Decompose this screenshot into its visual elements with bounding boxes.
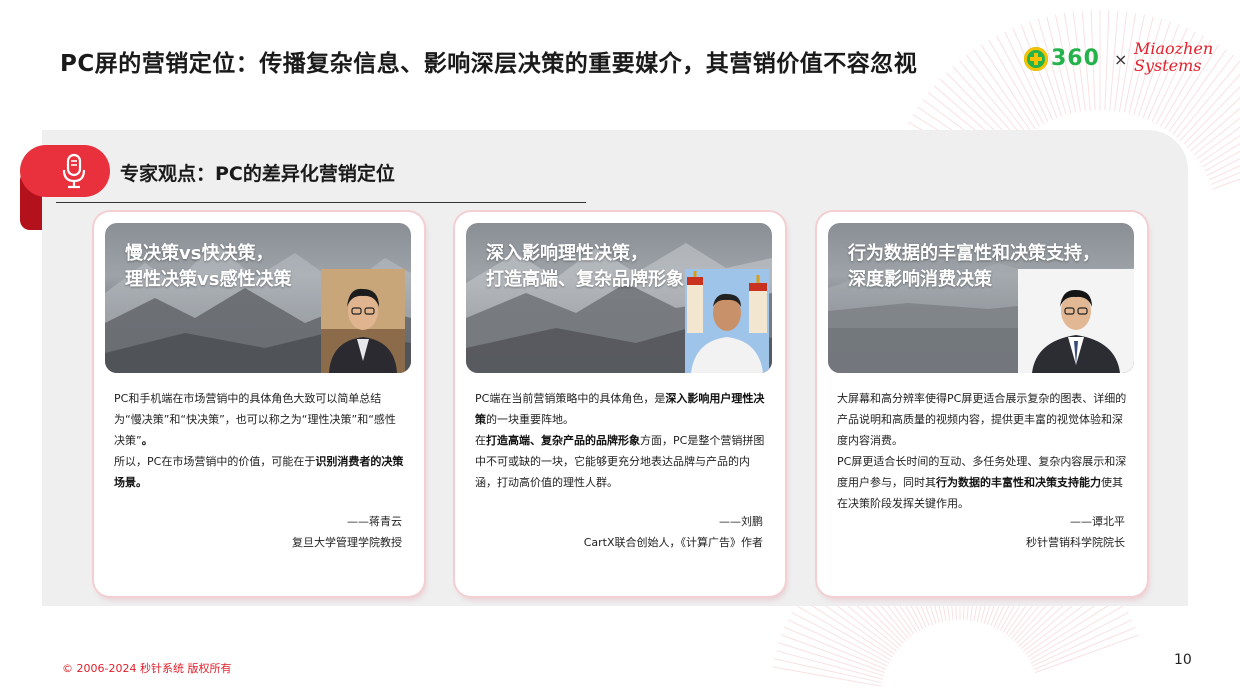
emphasis-text: 。	[141, 434, 153, 447]
card-body: PC端在当前营销策略中的具体角色，是深入影响用户理性决策的一块重要阵地。 在打造高…	[475, 388, 767, 493]
card-body: PC和手机端在市场营销中的具体角色大致可以简单总结为“慢决策”和“快决策”，也可…	[114, 388, 406, 493]
signature-name: ——谭北平	[1070, 515, 1125, 528]
logo-miaozhen-line2: Systems	[1134, 56, 1202, 75]
signature-title: 秒针营销科学院院长	[1026, 536, 1125, 549]
expert-card-3: 行为数据的丰富性和决策支持， 深度影响消费决策 大屏幕和高分辨率使得PC屏更适合…	[817, 212, 1147, 596]
body-text: 在	[475, 434, 486, 447]
body-text: 大屏幕和高分辨率使得PC屏更适合展示复杂的图表、详细的产品说明和高质量的视频内容…	[837, 392, 1127, 447]
360-logo-icon	[1024, 46, 1048, 71]
logo-group: 360 × Miaozhen Systems	[1022, 40, 1213, 84]
expert-portrait	[321, 269, 405, 373]
card-banner: 深入影响理性决策， 打造高端、复杂品牌形象	[466, 223, 772, 373]
section-heading: 专家观点：PC的差异化营销定位	[120, 163, 395, 185]
section-divider	[56, 202, 586, 203]
expert-portrait	[685, 269, 769, 373]
logo-separator: ×	[1114, 50, 1128, 69]
banner-line-1: 行为数据的丰富性和决策支持，	[848, 243, 1100, 264]
signature-title: CartX联合创始人，《计算广告》作者	[583, 536, 763, 549]
page-number: 10	[1174, 652, 1192, 668]
expert-portrait	[1018, 269, 1134, 373]
signature-name: ——刘鹏	[719, 515, 763, 528]
emphasis-text: 打造高端、复杂产品的品牌形象	[486, 434, 640, 447]
expert-card-1: 慢决策vs快决策， 理性决策vs感性决策 PC和手机端在市场营销中的具体角色大致…	[94, 212, 424, 596]
card-banner: 慢决策vs快决策， 理性决策vs感性决策	[105, 223, 411, 373]
body-text: PC端在当前营销策略中的具体角色，是	[475, 392, 666, 405]
body-text: 的一块重要阵地。	[486, 413, 574, 426]
signature-title: 复旦大学管理学院教授	[292, 536, 402, 549]
expert-card-2: 深入影响理性决策， 打造高端、复杂品牌形象 PC端在当前营销策略中的具体角色，是…	[455, 212, 785, 596]
card-body: 大屏幕和高分辨率使得PC屏更适合展示复杂的图表、详细的产品说明和高质量的视频内容…	[837, 388, 1129, 514]
body-text: 所以，PC在市场营销中的价值，可能在于	[114, 455, 316, 468]
logo-miaozhen: Miaozhen Systems	[1134, 40, 1213, 74]
emphasis-text: 行为数据的丰富性和决策支持能力	[936, 476, 1101, 489]
microphone-icon	[62, 153, 86, 189]
page-title: PC屏的营销定位：传播复杂信息、影响深层决策的重要媒介，其营销价值不容忽视	[60, 51, 918, 77]
logo-miaozhen-line1: Miaozhen	[1134, 39, 1214, 58]
banner-line-1: 深入影响理性决策，	[486, 243, 648, 264]
logo-360-text: 360	[1051, 46, 1100, 71]
logo-360: 360	[1024, 46, 1100, 71]
signature-name: ——蒋青云	[347, 515, 402, 528]
card-banner: 行为数据的丰富性和决策支持， 深度影响消费决策	[828, 223, 1134, 373]
copyright-notice: © 2006-2024 秒针系统 版权所有	[62, 662, 232, 675]
banner-line-1: 慢决策vs快决策，	[125, 243, 274, 264]
body-text: PC和手机端在市场营销中的具体角色大致可以简单总结为“慢决策”和“快决策”，也可…	[114, 392, 396, 447]
